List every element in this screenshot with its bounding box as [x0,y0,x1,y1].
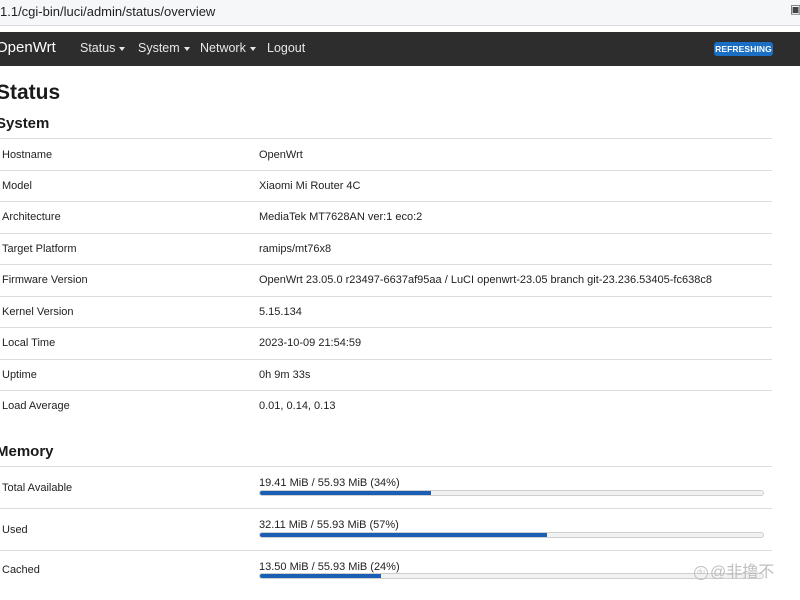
row-value: 5.15.134 [259,306,302,318]
progress-bar [259,573,764,579]
progress-bar-fill [260,533,547,537]
table-row: Cached 13.50 MiB / 55.93 MiB (24%) [0,550,772,592]
nav-menu-logout-label: Logout [267,41,306,55]
table-row: Firmware Version OpenWrt 23.05.0 r23497-… [0,264,772,296]
caret-down-icon [119,46,126,51]
row-label: Target Platform [2,243,77,255]
row-value: 0.01, 0.14, 0.13 [259,400,336,412]
row-label: Architecture [2,211,61,223]
row-label: Used [2,524,28,536]
watermark-logo: du [694,565,708,580]
nav-menu-status[interactable]: Status [80,41,126,55]
nav-menu-system-label: System [138,41,180,55]
brand-logo[interactable]: OpenWrt [0,39,56,56]
progress-bar-fill [260,574,381,578]
progress-bar [259,490,764,496]
row-value: OpenWrt 23.05.0 r23497-6637af95aa / LuCI… [259,274,712,286]
watermark-text: @非撸不 [710,564,775,581]
nav-menu-system[interactable]: System [138,41,190,55]
nav-menu-status-label: Status [80,41,116,55]
row-label: Local Time [2,337,56,349]
row-value: 19.41 MiB / 55.93 MiB (34%) [259,477,400,489]
watermark: du @非撸不 [694,558,774,582]
table-row: Hostname OpenWrt [0,138,772,170]
row-label: Firmware Version [2,274,88,286]
nav-menu-network[interactable]: Network [200,41,256,55]
caret-down-icon [183,46,190,51]
nav-menu-network-label: Network [200,41,246,55]
table-row: Load Average 0.01, 0.14, 0.13 [0,390,772,422]
row-value: Xiaomi Mi Router 4C [259,180,361,192]
table-row: Target Platform ramips/mt76x8 [0,233,772,264]
section-title-memory: Memory [0,443,54,460]
row-value: OpenWrt [259,149,303,161]
row-value: 2023-10-09 21:54:59 [259,337,362,349]
url-text[interactable]: 1.1/cgi-bin/luci/admin/status/overview [0,4,215,19]
progress-bar [259,532,764,538]
row-label: Hostname [2,149,53,161]
row-value: 13.50 MiB / 55.93 MiB (24%) [259,561,400,573]
row-label: Model [2,180,32,192]
table-row: Total Available 19.41 MiB / 55.93 MiB (3… [0,466,772,508]
row-label: Uptime [2,369,37,381]
table-row: Local Time 2023-10-09 21:54:59 [0,327,772,359]
table-row: Kernel Version 5.15.134 [0,296,772,327]
table-row: Used 32.11 MiB / 55.93 MiB (57%) [0,508,772,550]
page-title: Status [0,81,61,104]
browser-address-bar[interactable]: 1.1/cgi-bin/luci/admin/status/overview ▣ [0,0,800,26]
row-value: 0h 9m 33s [259,369,311,381]
row-value: 32.11 MiB / 55.93 MiB (57%) [259,519,399,531]
row-label: Total Available [2,482,73,494]
row-value: ramips/mt76x8 [259,243,332,255]
caret-down-icon [249,46,256,51]
row-label: Cached [2,564,40,576]
extension-icon[interactable]: ▣ [790,2,800,16]
table-row: Model Xiaomi Mi Router 4C [0,170,772,201]
progress-bar-fill [260,491,432,495]
row-value: MediaTek MT7628AN ver:1 eco:2 [259,211,423,223]
top-navbar: OpenWrt Status System Network Logout [0,32,800,66]
row-label: Kernel Version [2,306,74,318]
nav-menu-logout[interactable]: Logout [267,41,305,55]
table-row: Uptime 0h 9m 33s [0,359,772,390]
refreshing-badge[interactable]: REFRESHING [714,42,773,56]
section-title-system: System [0,115,50,132]
row-label: Load Average [2,400,70,412]
table-row: Architecture MediaTek MT7628AN ver:1 eco… [0,201,772,233]
